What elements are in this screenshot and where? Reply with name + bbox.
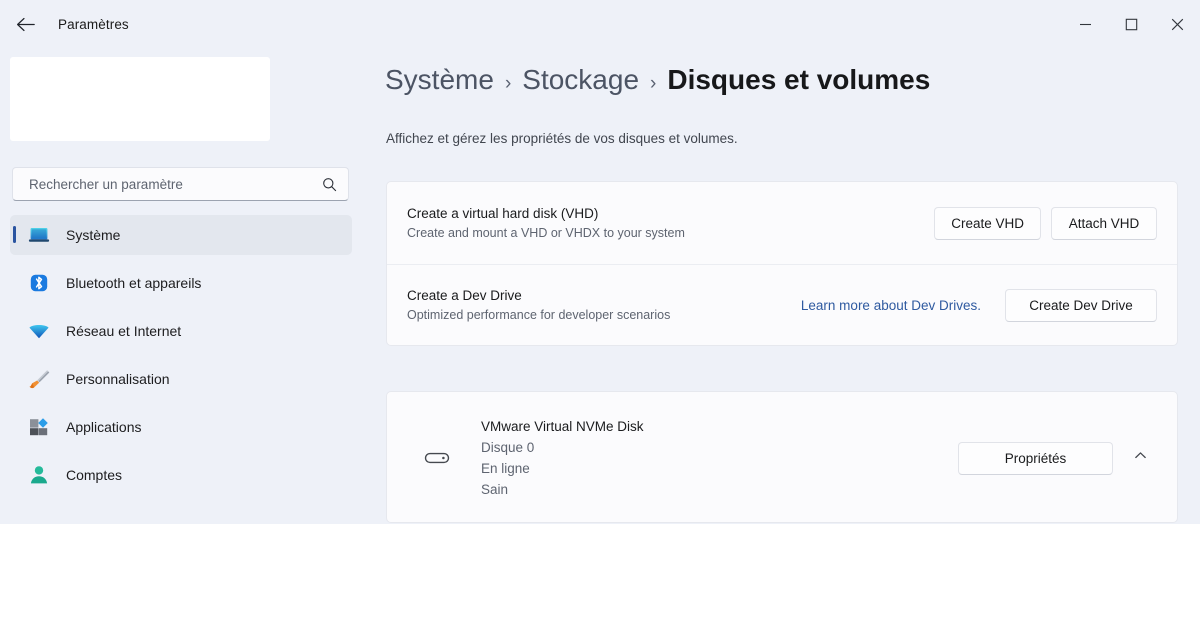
dev-drive-row-texts: Create a Dev Drive Optimized performance… [407,286,670,324]
search-input[interactable] [29,176,322,192]
breadcrumb: Système › Stockage › Disques et volumes [385,64,930,96]
disk-info: VMware Virtual NVMe Disk Disque 0 En lig… [481,416,644,500]
sidebar-item-personnalisation[interactable]: Personnalisation [10,359,352,399]
system-laptop-icon [26,222,52,248]
disk-name: VMware Virtual NVMe Disk [481,419,644,434]
disk-state: En ligne [481,461,530,476]
breadcrumb-item-systeme[interactable]: Système [385,64,494,96]
sidebar-item-label: Réseau et Internet [66,323,182,339]
sidebar: Système Bluetooth et appareils [0,48,362,524]
sidebar-item-label: Système [66,227,121,243]
user-profile-block[interactable] [10,57,270,141]
sidebar-nav: Système Bluetooth et appareils Réseau et… [10,215,352,503]
learn-more-dev-drives-link[interactable]: Learn more about Dev Drives. [801,298,981,313]
disk-card: VMware Virtual NVMe Disk Disque 0 En lig… [386,391,1178,523]
window-controls [1062,0,1200,48]
sidebar-item-label: Applications [66,419,142,435]
disk-number: Disque 0 [481,440,535,455]
vhd-row: Create a virtual hard disk (VHD) Create … [387,182,1177,265]
selection-indicator [13,226,16,243]
sidebar-item-label: Bluetooth et appareils [66,275,202,291]
arrow-left-icon [16,17,35,32]
virtual-disk-card: Create a virtual hard disk (VHD) Create … [386,181,1178,346]
disk-health: Sain [481,482,509,497]
disk-row-actions: Propriétés [958,441,1157,475]
breadcrumb-separator: › [504,73,512,94]
page-title: Disques et volumes [667,64,931,95]
app-title: Paramètres [58,16,129,32]
settings-window: Paramètres Rechercher un paramètre Systè… [0,0,1200,524]
sidebar-item-applications[interactable]: Applications [10,407,352,447]
minimize-button[interactable] [1062,0,1108,48]
create-vhd-button[interactable]: Create VHD [934,206,1041,240]
paintbrush-icon [26,366,52,392]
sidebar-item-bluetooth[interactable]: Bluetooth et appareils [10,263,352,303]
sidebar-item-comptes[interactable]: Comptes [10,455,352,495]
bluetooth-icon [26,270,52,296]
sidebar-item-label: Personnalisation [66,371,170,387]
breadcrumb-separator: › [650,73,657,94]
person-icon [26,462,52,488]
apps-icon [26,414,52,440]
dev-drive-row: Create a Dev Drive Optimized performance… [387,265,1177,345]
search-icon [322,177,337,192]
create-dev-drive-button[interactable]: Create Dev Drive [1005,288,1157,322]
maximize-icon [1125,18,1138,31]
dev-drive-row-subtitle: Optimized performance for developer scen… [407,308,671,322]
vhd-row-texts: Create a virtual hard disk (VHD) Create … [407,204,685,242]
vhd-row-actions: Create VHD Attach VHD [934,206,1157,240]
attach-vhd-button[interactable]: Attach VHD [1051,206,1157,240]
sidebar-item-reseau[interactable]: Réseau et Internet [10,311,352,351]
breadcrumb-item-stockage[interactable]: Stockage [522,64,639,96]
close-icon [1171,18,1184,31]
dev-drive-row-actions: Learn more about Dev Drives. Create Dev … [801,288,1157,322]
disk-row[interactable]: VMware Virtual NVMe Disk Disque 0 En lig… [387,392,1177,522]
back-button[interactable] [8,7,42,41]
sidebar-item-systeme[interactable]: Système [10,215,352,255]
close-button[interactable] [1154,0,1200,48]
minimize-icon [1079,18,1092,31]
title-bar: Paramètres [0,0,1200,48]
dev-drive-row-title: Create a Dev Drive [407,288,522,303]
sidebar-item-label: Comptes [66,467,123,483]
vhd-row-subtitle: Create and mount a VHD or VHDX to your s… [407,226,685,240]
main-content: Système › Stockage › Disques et volumes … [362,48,1200,524]
disk-properties-button[interactable]: Propriétés [958,441,1113,475]
hard-drive-icon [420,441,454,475]
search-box[interactable] [12,167,349,201]
chevron-up-icon [1133,448,1148,468]
vhd-row-title: Create a virtual hard disk (VHD) [407,206,599,221]
maximize-button[interactable] [1108,0,1154,48]
disk-expander-button[interactable] [1123,441,1157,475]
wifi-icon [26,318,52,344]
page-subtitle: Affichez et gérez les propriétés de vos … [386,131,738,146]
